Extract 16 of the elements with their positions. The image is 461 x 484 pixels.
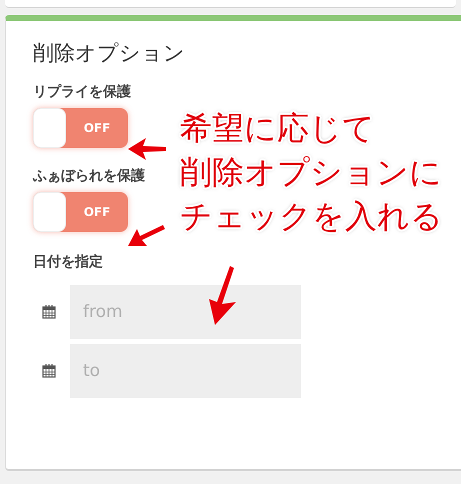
- annotation-text: チェックを入れる: [180, 196, 443, 237]
- annotation-text: 削除オプションに: [180, 152, 442, 193]
- date-label: 日付を指定: [33, 252, 104, 272]
- toggle-switch[interactable]: OFF: [33, 192, 128, 232]
- date-input[interactable]: to: [70, 344, 301, 398]
- arrow: [209, 266, 236, 325]
- toggle-label: ふぁぼられを保護: [33, 168, 145, 185]
- annotation-text: 希望に応じて: [180, 108, 375, 149]
- date-input[interactable]: from: [70, 284, 301, 339]
- calendar-icon: [42, 363, 56, 378]
- arrow: [128, 138, 166, 160]
- calendar-icon: [42, 304, 56, 320]
- toggle-label: リプライを保護: [33, 84, 131, 101]
- arrow: [128, 225, 165, 246]
- section-title: 削除オプション: [33, 41, 186, 66]
- toggle-switch[interactable]: OFF: [33, 108, 128, 148]
